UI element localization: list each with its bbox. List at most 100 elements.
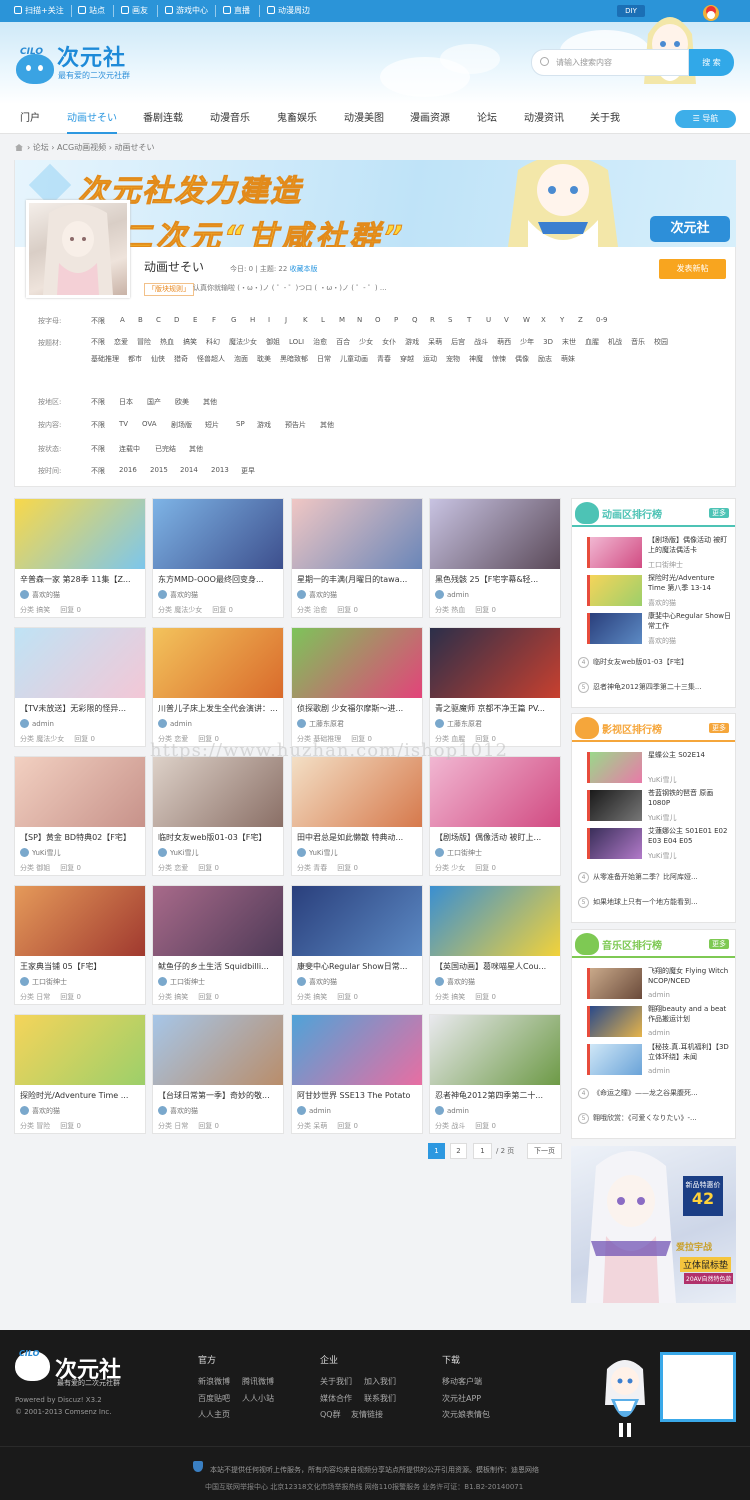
favorite-forum-link[interactable]: 收藏本版: [290, 265, 318, 273]
video-title[interactable]: 【TV未放送】无彩限的怪异...: [20, 703, 142, 714]
filter-option[interactable]: O: [375, 316, 381, 324]
rank-list-item[interactable]: 4 《命运之瞳》——龙之谷果腹死...: [578, 1088, 731, 1099]
next-page-button[interactable]: 下一页: [527, 1143, 562, 1159]
video-title[interactable]: 青之驱魔师 京都不净王篇 PV...: [435, 703, 557, 714]
filter-option[interactable]: 游戏: [257, 420, 271, 430]
page-jump-input[interactable]: 1: [473, 1143, 492, 1159]
filter-tag-option[interactable]: 励志: [538, 351, 552, 368]
rank-thumbnail[interactable]: [587, 790, 642, 821]
filter-option[interactable]: 不限: [91, 316, 105, 326]
video-title[interactable]: 辛普森一家 第28季 11集【Z...: [20, 574, 142, 585]
rank-list-item[interactable]: 5 如果地球上只有一个地方能看到...: [578, 897, 731, 908]
video-card[interactable]: 青之驱魔师 京都不净王篇 PV... 工藤东原君 分类 血腥 回复 0: [429, 627, 561, 747]
video-author[interactable]: admin: [435, 1106, 469, 1115]
nav-item-news[interactable]: 动漫资讯: [524, 104, 564, 134]
footer-link-tencent-weibo[interactable]: 腾讯微博: [242, 1376, 274, 1387]
video-author[interactable]: 工藤东原君: [435, 719, 482, 729]
filter-option[interactable]: H: [250, 316, 255, 324]
filter-option[interactable]: U: [486, 316, 491, 324]
rank-more-link[interactable]: 更多: [709, 939, 729, 949]
video-card[interactable]: 【台球日常第一季】奇妙的敬... 喜欢的猫 分类 日常 回复 0: [152, 1014, 284, 1134]
filter-tag-option[interactable]: LOLI: [289, 334, 304, 351]
rank-more-link[interactable]: 更多: [709, 723, 729, 733]
footer-link-renren-home[interactable]: 人人主页: [198, 1409, 230, 1420]
video-card[interactable]: 王家典当铺 05【F宅】 工口街绅士 分类 日常 回复 0: [14, 885, 146, 1005]
filter-tag-option[interactable]: 热血: [160, 334, 174, 351]
nav-item-series[interactable]: 番剧连载: [143, 104, 183, 134]
video-author[interactable]: 喜欢的猫: [297, 977, 337, 987]
filter-tag-option[interactable]: 治愈: [313, 334, 327, 351]
rank-item-title[interactable]: 苍蓝钢铁的琶音 原画1080P: [648, 788, 732, 808]
footer-link-about[interactable]: 关于我们: [320, 1376, 352, 1387]
filter-option[interactable]: W: [523, 316, 530, 324]
filter-option[interactable]: Y: [560, 316, 564, 324]
rank-item-title[interactable]: 翱翔beauty and a beat 作品搬运计划: [648, 1004, 732, 1024]
filter-tag-option[interactable]: 校园: [654, 334, 668, 351]
filter-option[interactable]: A: [120, 316, 125, 324]
filter-option[interactable]: 不限: [91, 397, 105, 407]
video-card[interactable]: 临时女友web版01-03【F宅】 YuKi雪儿 分类 恋爱 回复 0: [152, 756, 284, 876]
filter-option[interactable]: 剧场版: [171, 420, 192, 430]
filter-tag-option[interactable]: 泡面: [234, 351, 248, 368]
filter-option[interactable]: 不限: [91, 444, 105, 454]
filter-option[interactable]: F: [212, 316, 216, 324]
rank-thumbnail[interactable]: [587, 828, 642, 859]
nav-item-about[interactable]: 关于我: [590, 104, 620, 134]
footer-link-join[interactable]: 加入我们: [364, 1376, 396, 1387]
video-author[interactable]: YuKi雪儿: [20, 848, 60, 858]
filter-tag-option[interactable]: 末世: [562, 334, 576, 351]
filter-option[interactable]: 不限: [91, 466, 105, 476]
video-thumbnail[interactable]: [292, 886, 422, 956]
filter-tag-option[interactable]: 后宫: [451, 334, 465, 351]
video-title[interactable]: 鱿鱼仔的乡土生活 Squidbilli...: [158, 961, 280, 972]
filter-option[interactable]: M: [339, 316, 345, 324]
filter-option[interactable]: Q: [412, 316, 418, 324]
filter-tag-option[interactable]: 运动: [423, 351, 437, 368]
video-thumbnail[interactable]: [15, 499, 145, 569]
filter-option[interactable]: 已完结: [155, 444, 176, 454]
video-title[interactable]: 星期一的丰满(月曜日的tawa...: [297, 574, 419, 585]
filter-tag-option[interactable]: 耽美: [257, 351, 271, 368]
rank-list-item[interactable]: 5 翱哦欣赏：《可爱くなりたい》-...: [578, 1113, 731, 1124]
video-title[interactable]: 川普儿子床上发生全代会演讲：...: [158, 703, 280, 714]
filter-option[interactable]: 连载中: [119, 444, 140, 454]
video-author[interactable]: 喜欢的猫: [20, 1106, 60, 1116]
rank-list-item[interactable]: 5 忍者神龟2012第四季第二十三集...: [578, 682, 731, 693]
video-card[interactable]: 【剧场版】偶像活动 被盯上... 工口街绅士 分类 少女 回复 0: [429, 756, 561, 876]
search-input[interactable]: 请输入搜索内容: [531, 49, 689, 76]
filter-tag-option[interactable]: 少女: [359, 334, 373, 351]
video-card[interactable]: 康斐中心Regular Show日常... 喜欢的猫 分类 搞笑 回复 0: [291, 885, 423, 1005]
filter-option[interactable]: V: [504, 316, 509, 324]
video-thumbnail[interactable]: [430, 628, 560, 698]
footer-link-media[interactable]: 媒体合作: [320, 1393, 352, 1404]
video-thumbnail[interactable]: [153, 1015, 283, 1085]
filter-option[interactable]: 2013: [211, 466, 229, 474]
footer-link-friends[interactable]: 友情链接: [351, 1409, 383, 1420]
filter-tag-option[interactable]: 音乐: [631, 334, 645, 351]
filter-tag-option[interactable]: 战斗: [474, 334, 488, 351]
video-thumbnail[interactable]: [430, 499, 560, 569]
video-author[interactable]: 喜欢的猫: [20, 590, 60, 600]
video-card[interactable]: 田中君总是如此懒散 特典动... YuKi雪儿 分类 青春 回复 0: [291, 756, 423, 876]
filter-tag-option[interactable]: 都市: [128, 351, 142, 368]
video-author[interactable]: admin: [297, 1106, 331, 1115]
rank-item-title[interactable]: 【剧场版】偶像活动 被盯上的魔法偶活卡: [648, 535, 732, 555]
video-thumbnail[interactable]: [153, 628, 283, 698]
video-thumbnail[interactable]: [15, 757, 145, 827]
merch-link[interactable]: 动漫周边: [267, 0, 310, 22]
video-card[interactable]: 侦探歌剧 少女福尔摩斯～进... 工藤东原君 分类 基础推理 回复 0: [291, 627, 423, 747]
filter-option[interactable]: D: [174, 316, 179, 324]
filter-option[interactable]: B: [138, 316, 143, 324]
filter-tag-option[interactable]: 冒险: [137, 334, 151, 351]
video-card[interactable]: 阿甘妙世界 SSE13 The Potato admin 分类 呆萌 回复 0: [291, 1014, 423, 1134]
filter-option[interactable]: T: [467, 316, 471, 324]
video-thumbnail[interactable]: [430, 757, 560, 827]
nav-item-manga[interactable]: 漫画资源: [410, 104, 450, 134]
rank-item-title[interactable]: 康斐中心Regular Show日常工作: [648, 611, 732, 631]
filter-option[interactable]: X: [541, 316, 546, 324]
video-thumbnail[interactable]: [292, 499, 422, 569]
video-title[interactable]: 东方MMD-OOO最终回变身...: [158, 574, 280, 585]
video-author[interactable]: YuKi雪儿: [158, 848, 198, 858]
breadcrumb-forum[interactable]: 论坛: [33, 143, 49, 152]
footer-link-renren-site[interactable]: 人人小站: [242, 1393, 274, 1404]
